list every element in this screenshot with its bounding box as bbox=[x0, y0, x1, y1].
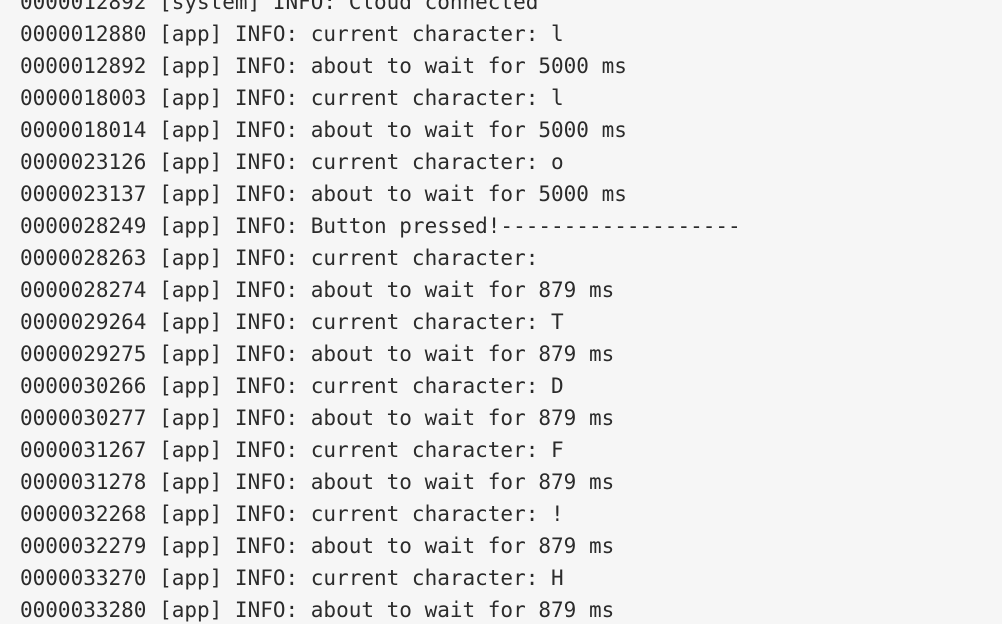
log-line: 0000012880 [app] INFO: current character… bbox=[20, 22, 564, 46]
log-line: 0000032279 [app] INFO: about to wait for… bbox=[20, 534, 615, 558]
log-line: 0000028249 [app] INFO: Button pressed!--… bbox=[20, 214, 741, 238]
log-line: 0000018003 [app] INFO: current character… bbox=[20, 86, 564, 110]
log-line: 0000031278 [app] INFO: about to wait for… bbox=[20, 470, 615, 494]
log-line: 0000023137 [app] INFO: about to wait for… bbox=[20, 182, 627, 206]
log-line: 0000029275 [app] INFO: about to wait for… bbox=[20, 342, 615, 366]
log-line-list: 0000012892 [system] INFO: Cloud connecte… bbox=[20, 0, 741, 624]
log-line: 0000033280 [app] INFO: about to wait for… bbox=[20, 598, 615, 622]
log-line: 0000029264 [app] INFO: current character… bbox=[20, 310, 564, 334]
log-line: 0000031267 [app] INFO: current character… bbox=[20, 438, 564, 462]
log-line: 0000033270 [app] INFO: current character… bbox=[20, 566, 564, 590]
log-line: 0000028274 [app] INFO: about to wait for… bbox=[20, 278, 615, 302]
log-line: 0000023126 [app] INFO: current character… bbox=[20, 150, 564, 174]
log-line: 0000012892 [app] INFO: about to wait for… bbox=[20, 54, 627, 78]
log-line: 0000032268 [app] INFO: current character… bbox=[20, 502, 564, 526]
log-line: 0000012892 [system] INFO: Cloud connecte… bbox=[20, 0, 539, 14]
log-line: 0000030266 [app] INFO: current character… bbox=[20, 374, 564, 398]
log-line: 0000028263 [app] INFO: current character… bbox=[20, 246, 552, 270]
log-line: 0000018014 [app] INFO: about to wait for… bbox=[20, 118, 627, 142]
console-log-view[interactable]: 0000012892 [system] INFO: Cloud connecte… bbox=[0, 0, 1002, 624]
log-line: 0000030277 [app] INFO: about to wait for… bbox=[20, 406, 615, 430]
